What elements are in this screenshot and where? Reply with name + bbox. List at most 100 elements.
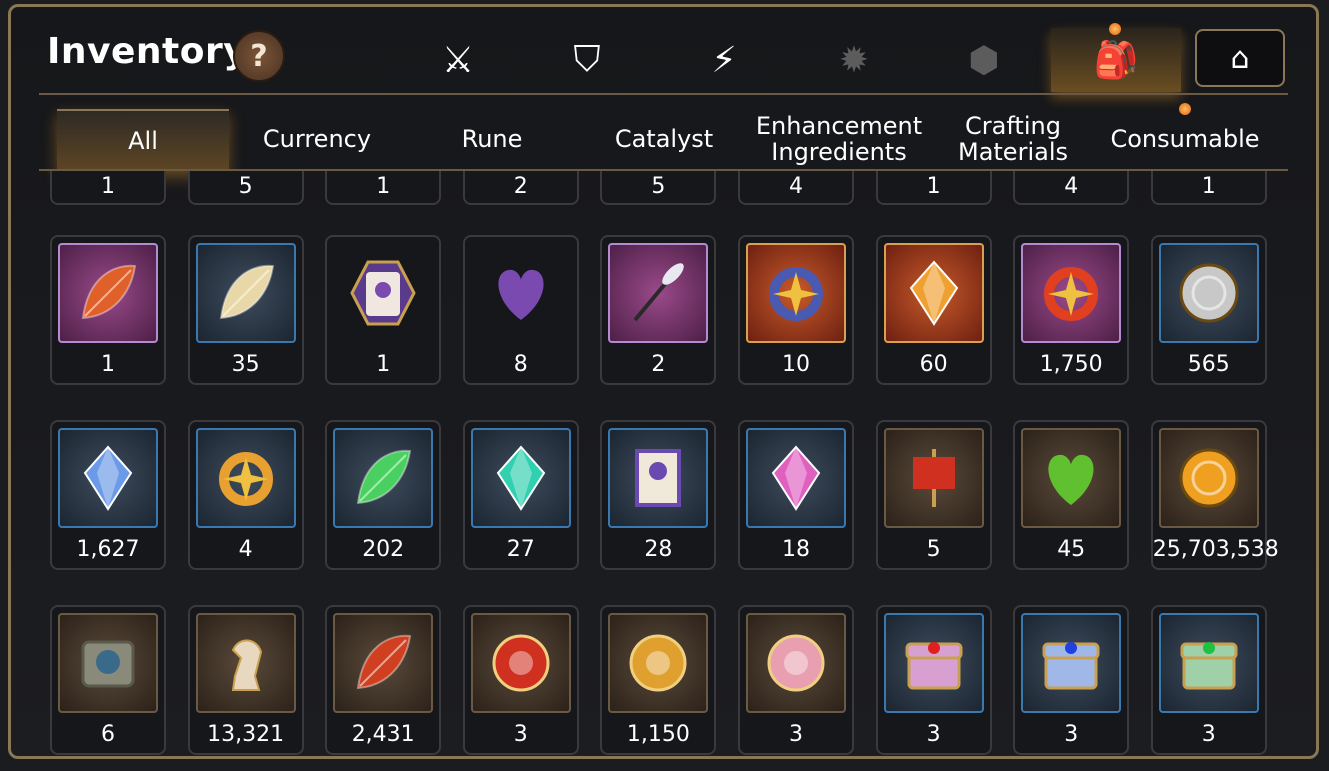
tab-all[interactable]: All	[57, 109, 229, 171]
item-slot[interactable]: 18	[738, 420, 854, 570]
item-slot[interactable]: 4	[1013, 171, 1130, 205]
item-quantity: 565	[1187, 352, 1230, 377]
item-slot[interactable]: 3	[875, 605, 992, 755]
item-slot[interactable]: 1	[50, 235, 166, 385]
knight-chess-icon-graphic	[231, 639, 262, 691]
tab-rune[interactable]: Rune	[407, 109, 577, 169]
item-slot[interactable]: 1	[325, 171, 442, 205]
red-seal-icon	[470, 613, 571, 713]
item-slot[interactable]: 25,703,538	[1150, 420, 1279, 570]
item-slot[interactable]: 45	[1013, 420, 1130, 570]
pink-crystal-pile-icon	[746, 428, 846, 528]
item-slot[interactable]: 2	[462, 171, 579, 205]
sun-coin-icon-graphic	[1179, 448, 1239, 508]
item-slot[interactable]: 4	[738, 171, 854, 205]
item-slot[interactable]: 5	[600, 171, 717, 205]
cat-teaser-wand-icon	[608, 243, 709, 343]
lightning-icon: ⚡	[711, 39, 737, 81]
sun-coin-icon	[1158, 428, 1259, 528]
item-quantity: 3	[926, 722, 941, 747]
item-slot[interactable]: 3	[462, 605, 579, 755]
tab-consumable[interactable]: Consumable	[1099, 109, 1271, 169]
item-slot[interactable]: 1,150	[600, 605, 717, 755]
item-quantity: 45	[1057, 537, 1086, 562]
item-slot[interactable]: 3	[738, 605, 854, 755]
red-leaves-icon	[333, 613, 434, 713]
red-feather-icon-graphic	[81, 264, 137, 320]
item-slot[interactable]: 35	[187, 235, 304, 385]
broken-shield-tab[interactable]: ⛉	[552, 29, 622, 91]
tab-label: Crafting Materials	[957, 112, 1068, 166]
tab-catalyst[interactable]: Catalyst	[577, 109, 751, 169]
item-slot[interactable]: 13,321	[187, 605, 304, 755]
item-quantity: 4	[1064, 174, 1079, 199]
item-quantity: 1,627	[76, 537, 140, 562]
item-slot[interactable]: 202	[325, 420, 442, 570]
item-slot[interactable]: 4	[187, 420, 304, 570]
item-slot[interactable]: 5	[187, 171, 304, 205]
item-slot[interactable]: 3	[1150, 605, 1267, 755]
item-slot[interactable]: 1	[50, 171, 166, 205]
item-quantity: 5	[238, 174, 253, 199]
item-slot[interactable]: 1	[325, 235, 442, 385]
item-slot[interactable]: 5	[875, 420, 992, 570]
stone-compass-icon	[58, 613, 158, 713]
item-quantity: 35	[231, 352, 260, 377]
red-collar-icon-graphic	[1044, 267, 1099, 321]
inventory-panel: Inventory ? ⚔ ⛉ ⚡ ✹ ⬢ 🎒 ⌂ All Currency Rune Catal…	[8, 4, 1319, 759]
item-slot[interactable]: 2	[600, 235, 717, 385]
item-slot[interactable]: 10	[738, 235, 854, 385]
green-leaf-icon-graphic	[357, 449, 412, 505]
blue-gem-icon	[58, 428, 158, 528]
backpack-icon: 🎒	[1093, 40, 1139, 81]
item-slot[interactable]: 565	[1150, 235, 1267, 385]
item-slot[interactable]: 3	[1013, 605, 1130, 755]
tab-enhancement-ingredients[interactable]: Enhancement Ingredients	[751, 109, 927, 169]
tab-label: All	[128, 127, 158, 155]
pink-chest-icon	[883, 613, 984, 713]
item-slot[interactable]: 28	[600, 420, 717, 570]
item-quantity: 1	[101, 174, 115, 199]
tab-label: Currency	[262, 125, 372, 153]
pet-orb-icon	[746, 613, 846, 713]
item-slot[interactable]: 2,431	[325, 605, 442, 755]
help-button[interactable]: ?	[233, 30, 285, 82]
tab-currency[interactable]: Currency	[229, 109, 405, 169]
backpack-tab[interactable]: 🎒	[1051, 28, 1181, 92]
pet-bag-badge-icon	[333, 243, 433, 343]
item-slot[interactable]: 8	[462, 235, 579, 385]
item-grid[interactable]: 1 5 1 2 5 4 1 4 1 1 35 1 8 2 10 60 1,750 565 1,627 4 202 27 28…	[11, 171, 1316, 756]
notification-dot	[1109, 23, 1121, 35]
item-slot[interactable]: 1,750	[1013, 235, 1130, 385]
knight-chess-icon	[195, 613, 296, 713]
item-quantity: 1,150	[626, 722, 690, 747]
item-slot[interactable]: 1,627	[50, 420, 166, 570]
item-slot[interactable]: 1	[875, 171, 992, 205]
blue-leash-icon-graphic	[769, 267, 823, 321]
item-slot[interactable]: 60	[875, 235, 992, 385]
item-quantity: 2	[651, 352, 666, 377]
item-quantity: 10	[782, 352, 810, 377]
white-feathers-icon	[195, 243, 296, 343]
green-heart-icon-graphic	[1048, 454, 1094, 505]
knight-shield-icon: ⚔	[441, 39, 475, 81]
knight-shield-tab[interactable]: ⚔	[423, 29, 493, 91]
item-quantity: 4	[789, 174, 803, 199]
item-quantity: 1,750	[1039, 352, 1103, 377]
item-quantity: 3	[1201, 722, 1216, 747]
war-banner-icon	[883, 428, 984, 528]
pet-bag-badge-icon-graphic	[350, 260, 416, 326]
item-quantity: 28	[644, 537, 673, 562]
dice-tab[interactable]: ⬢	[949, 29, 1019, 91]
fist-badge-icon-graphic	[629, 634, 687, 692]
item-slot[interactable]: 1	[1150, 171, 1267, 205]
splat-tab[interactable]: ✹	[819, 29, 889, 91]
tab-label: Enhancement Ingredients	[755, 112, 923, 166]
item-slot[interactable]: 6	[50, 605, 166, 755]
castle-tab[interactable]: ⌂	[1195, 29, 1285, 87]
lightning-tab[interactable]: ⚡	[689, 29, 759, 91]
tab-crafting-materials[interactable]: Crafting Materials	[925, 109, 1101, 169]
red-seal-icon-graphic	[492, 634, 550, 692]
star-amulet-icon	[195, 428, 296, 528]
item-slot[interactable]: 27	[462, 420, 579, 570]
